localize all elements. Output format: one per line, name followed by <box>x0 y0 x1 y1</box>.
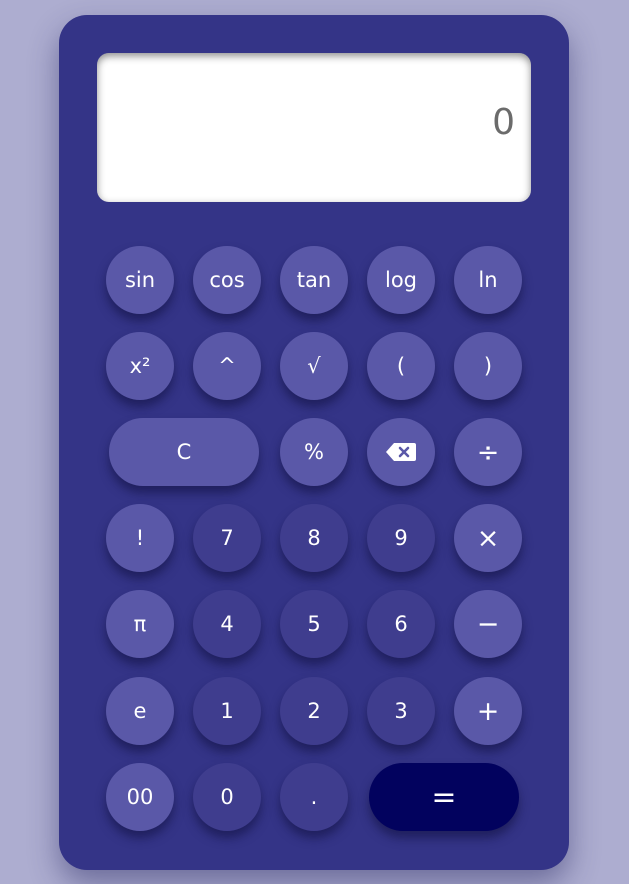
minus-label: − <box>476 608 500 640</box>
equals-button[interactable]: = <box>369 763 519 831</box>
tan-button[interactable]: tan <box>280 246 348 314</box>
digit-1-button[interactable]: 1 <box>193 677 261 745</box>
digit-2-button[interactable]: 2 <box>280 677 348 745</box>
digit-4-button[interactable]: 4 <box>193 590 261 658</box>
digit-8-button[interactable]: 8 <box>280 504 348 572</box>
plus-button[interactable]: + <box>454 677 522 745</box>
factorial-button[interactable]: ! <box>106 504 174 572</box>
digit-9-button[interactable]: 9 <box>367 504 435 572</box>
divide-label: ÷ <box>476 436 500 468</box>
open-paren-button[interactable]: ( <box>367 332 435 400</box>
digit-7-button[interactable]: 7 <box>193 504 261 572</box>
plus-label: + <box>476 695 500 727</box>
power-button[interactable]: ^ <box>193 332 261 400</box>
percent-button[interactable]: % <box>280 418 348 486</box>
backspace-icon <box>386 443 416 461</box>
cos-button[interactable]: cos <box>193 246 261 314</box>
square-button[interactable]: x² <box>106 332 174 400</box>
backspace-button[interactable] <box>367 418 435 486</box>
divide-button[interactable]: ÷ <box>454 418 522 486</box>
display-value: 0 <box>492 102 515 143</box>
decimal-button[interactable]: . <box>280 763 348 831</box>
sin-button[interactable]: sin <box>106 246 174 314</box>
sqrt-button[interactable]: √ <box>280 332 348 400</box>
close-paren-button[interactable]: ) <box>454 332 522 400</box>
digit-5-button[interactable]: 5 <box>280 590 348 658</box>
minus-button[interactable]: − <box>454 590 522 658</box>
calculator-body: 0 sin cos tan log ln x² ^ √ ( ) C % ÷ ! … <box>59 15 569 870</box>
ln-button[interactable]: ln <box>454 246 522 314</box>
multiply-label: × <box>476 522 500 554</box>
digit-0-button[interactable]: 0 <box>193 763 261 831</box>
pi-button[interactable]: π <box>106 590 174 658</box>
clear-button[interactable]: C <box>109 418 259 486</box>
digit-6-button[interactable]: 6 <box>367 590 435 658</box>
log-button[interactable]: log <box>367 246 435 314</box>
euler-button[interactable]: e <box>106 677 174 745</box>
digit-3-button[interactable]: 3 <box>367 677 435 745</box>
double-zero-button[interactable]: 00 <box>106 763 174 831</box>
multiply-button[interactable]: × <box>454 504 522 572</box>
display-screen: 0 <box>97 53 531 202</box>
